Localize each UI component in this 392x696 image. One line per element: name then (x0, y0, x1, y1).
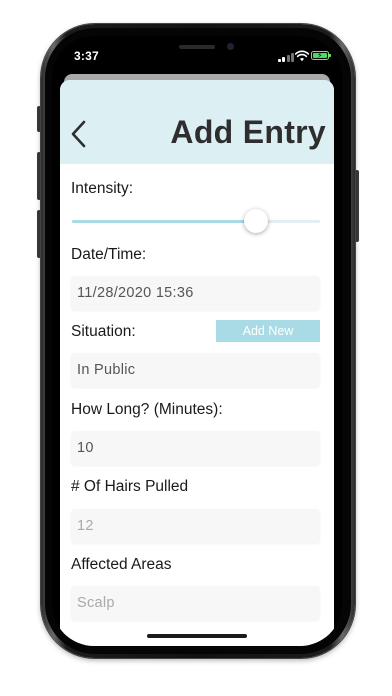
affected-areas-field[interactable]: Scalp (71, 586, 320, 620)
page-title: Add Entry (170, 114, 326, 150)
affected-areas-label: Affected Areas (71, 556, 172, 573)
intensity-label: Intensity: (71, 180, 134, 197)
add-new-button[interactable]: Add New (216, 320, 320, 342)
nav-header: Add Entry (60, 80, 334, 164)
home-indicator (147, 634, 247, 638)
hairs-pulled-field[interactable]: 12 (71, 509, 320, 543)
duration-value: 10 (77, 440, 94, 456)
power-button (355, 170, 359, 242)
add-entry-sheet: Add Entry Intensity: Date/Time: 11/28/20… (60, 80, 334, 646)
situation-field[interactable]: In Public (71, 353, 320, 387)
signal-icon (278, 52, 294, 62)
datetime-field[interactable]: 11/28/2020 15:36 (71, 276, 320, 310)
datetime-value: 11/28/2020 15:36 (77, 285, 194, 301)
intensity-slider-thumb[interactable] (243, 209, 268, 233)
wifi-icon (295, 50, 309, 62)
phone-screen: 3:37 ⚡ Add Entry Intensity: Date/Time: 1… (52, 36, 342, 646)
hairs-pulled-placeholder: 12 (77, 518, 94, 534)
status-time: 3:37 (74, 49, 99, 63)
situation-value: In Public (77, 362, 136, 378)
intensity-slider[interactable] (72, 220, 320, 223)
duration-label: How Long? (Minutes): (71, 401, 223, 418)
chevron-left-icon[interactable] (66, 116, 92, 152)
status-bar: 3:37 ⚡ (52, 36, 342, 74)
speaker-grille (179, 45, 215, 49)
intensity-slider-fill (72, 220, 256, 223)
situation-label: Situation: (71, 323, 136, 340)
datetime-label: Date/Time: (71, 246, 147, 263)
affected-areas-placeholder: Scalp (77, 595, 115, 611)
front-camera (227, 43, 234, 50)
battery-charging-icon: ⚡ (311, 51, 331, 60)
device-frame: 3:37 ⚡ Add Entry Intensity: Date/Time: 1… (0, 0, 392, 696)
hairs-pulled-label: # Of Hairs Pulled (71, 478, 189, 495)
duration-field[interactable]: 10 (71, 431, 320, 465)
